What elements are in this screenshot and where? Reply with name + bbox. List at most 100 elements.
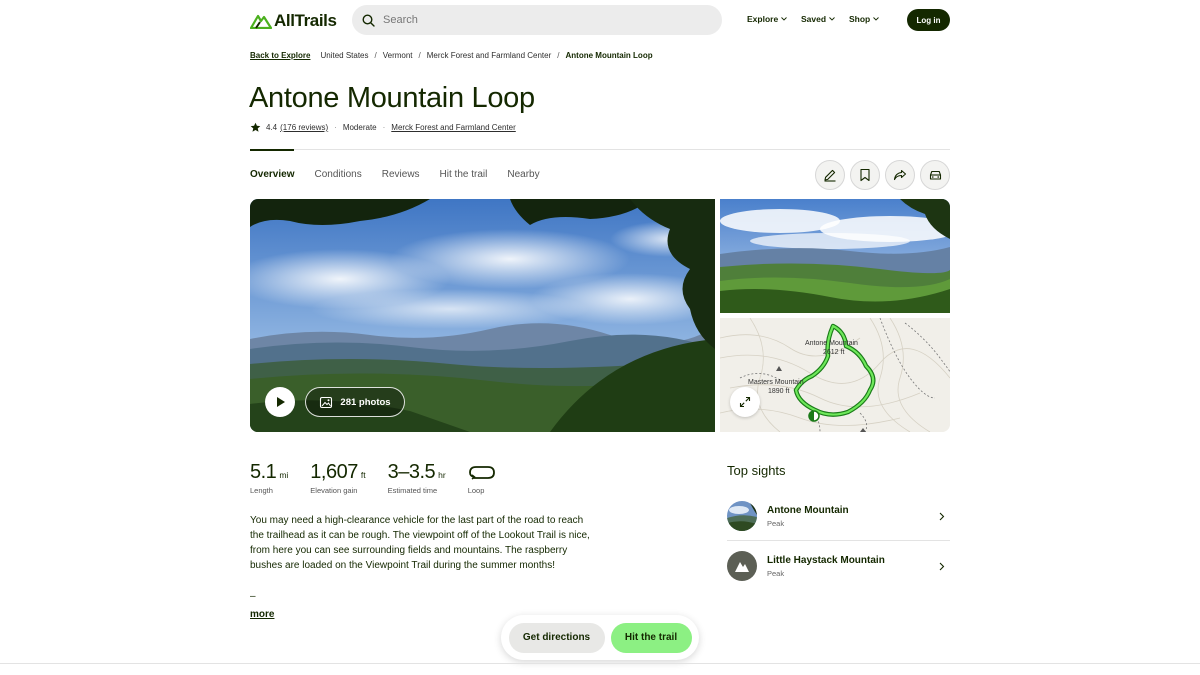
tab-hit-the-trail[interactable]: Hit the trail xyxy=(440,169,488,180)
chevron-right-icon xyxy=(939,562,945,570)
edit-button[interactable] xyxy=(815,160,845,190)
stat-value: 3–3.5 xyxy=(387,461,436,483)
car-icon xyxy=(929,170,941,180)
stat-label: Elevation gain xyxy=(310,486,358,495)
tab-conditions[interactable]: Conditions xyxy=(314,169,361,180)
photo-gallery-icon xyxy=(320,396,333,408)
valley-view-photo xyxy=(720,199,950,313)
mountain-view-thumbnail xyxy=(727,501,757,531)
breadcrumb-current: Antone Mountain Loop xyxy=(565,51,653,60)
sight-type: Peak xyxy=(767,568,785,578)
logo-text: AllTrails xyxy=(274,11,337,30)
nav-explore[interactable]: Explore xyxy=(747,14,788,24)
search-icon xyxy=(362,13,375,27)
share-button[interactable] xyxy=(885,160,915,190)
page-title: Antone Mountain Loop xyxy=(249,82,535,114)
alltrails-logo[interactable]: AllTrails xyxy=(250,11,337,31)
footer-divider xyxy=(0,663,1200,664)
play-video-button[interactable] xyxy=(265,387,295,417)
stat-time: 3–3.5 hr Estimated time xyxy=(388,461,446,495)
main-trail-photo[interactable]: 281 photos xyxy=(250,199,715,432)
nav-saved[interactable]: Saved xyxy=(801,14,835,24)
map-elevation-label: 1890 ft xyxy=(768,388,789,395)
stat-unit: mi xyxy=(279,470,289,480)
get-directions-button[interactable]: Get directions xyxy=(508,622,605,653)
sight-type: Peak xyxy=(767,518,785,528)
chevron-down-icon xyxy=(873,17,880,21)
breadcrumb-separator: / xyxy=(418,51,421,60)
stat-route-type: Loop xyxy=(468,461,496,495)
sight-item-antone-mountain[interactable]: Antone Mountain Peak xyxy=(727,496,950,536)
hit-the-trail-button[interactable]: Hit the trail xyxy=(610,622,692,653)
drive-button[interactable] xyxy=(920,160,950,190)
tab-reviews[interactable]: Reviews xyxy=(382,169,420,180)
stat-elevation: 1,607 ft Elevation gain xyxy=(310,461,365,495)
nav-shop[interactable]: Shop xyxy=(849,14,880,24)
secondary-trail-photo[interactable] xyxy=(720,199,950,313)
difficulty-label: Moderate xyxy=(342,123,377,132)
read-more-link[interactable]: more xyxy=(250,609,274,620)
expand-map-button[interactable] xyxy=(730,387,760,417)
stat-label: Estimated time xyxy=(387,486,438,495)
pencil-icon xyxy=(824,169,836,182)
chevron-down-icon xyxy=(781,17,788,21)
sight-name: Antone Mountain xyxy=(767,504,849,516)
map-peak-label: Masters Mountain xyxy=(748,379,804,386)
map-elevation-label: 2612 ft xyxy=(823,349,844,356)
sight-thumbnail xyxy=(727,551,757,581)
nav-explore-label: Explore xyxy=(747,14,779,24)
stat-unit: ft xyxy=(360,470,366,480)
active-tab-indicator xyxy=(250,149,294,151)
stat-length: 5.1 mi Length xyxy=(250,461,288,495)
map-peak-label: Antone Mountain xyxy=(805,340,858,347)
top-navigation-bar: AllTrails Explore Saved Shop Log in xyxy=(0,0,1200,40)
trail-stats: 5.1 mi Length 1,607 ft Elevation gain 3–3.… xyxy=(250,461,518,495)
photos-count-label: 281 photos xyxy=(340,396,391,408)
breadcrumb-separator: / xyxy=(374,51,377,60)
nav-saved-label: Saved xyxy=(801,14,827,24)
breadcrumb-link[interactable]: Vermont xyxy=(383,51,413,60)
topographic-map: Antone Mountain 2612 ft Masters Mountain… xyxy=(720,318,950,432)
breadcrumb: Back to Explore United States / Vermont … xyxy=(250,51,653,60)
rating-value: 4.4 xyxy=(266,123,278,132)
bookmark-icon xyxy=(860,168,870,182)
share-icon xyxy=(893,169,907,181)
play-icon xyxy=(276,397,285,407)
search-bar[interactable] xyxy=(352,5,722,35)
breadcrumb-link[interactable]: United States xyxy=(320,51,368,60)
sight-item-little-haystack[interactable]: Little Haystack Mountain Peak xyxy=(727,546,950,586)
description-dash: – xyxy=(250,591,256,602)
login-button[interactable]: Log in xyxy=(907,9,950,31)
search-input[interactable] xyxy=(383,14,683,26)
sight-thumbnail xyxy=(727,501,757,531)
tabs-divider xyxy=(250,149,950,150)
sights-divider xyxy=(727,540,950,541)
view-photos-button[interactable]: 281 photos xyxy=(305,387,405,417)
meta-separator: · xyxy=(382,123,386,132)
trail-meta: 4.4 (176 reviews) · Moderate · Merck For… xyxy=(250,122,516,133)
trail-actions xyxy=(815,160,950,190)
top-sights-heading: Top sights xyxy=(727,463,786,478)
meta-separator: · xyxy=(334,123,337,132)
park-link[interactable]: Merck Forest and Farmland Center xyxy=(391,123,516,132)
trail-map-preview[interactable]: Antone Mountain 2612 ft Masters Mountain… xyxy=(720,318,950,432)
tab-overview[interactable]: Overview xyxy=(250,169,294,180)
reviews-link[interactable]: (176 reviews) xyxy=(280,123,328,132)
save-button[interactable] xyxy=(850,160,880,190)
stat-unit: hr xyxy=(438,470,446,480)
back-to-explore-link[interactable]: Back to Explore xyxy=(250,51,310,60)
expand-icon xyxy=(739,396,751,408)
breadcrumb-separator: / xyxy=(557,51,560,60)
stat-label: Loop xyxy=(467,486,485,495)
breadcrumb-link[interactable]: Merck Forest and Farmland Center xyxy=(427,51,552,60)
trail-description: You may need a high-clearance vehicle fo… xyxy=(250,515,590,571)
tab-bar: Overview Conditions Reviews Hit the trai… xyxy=(250,169,540,180)
peak-placeholder-icon xyxy=(727,551,757,581)
mountain-logo-icon xyxy=(250,14,272,29)
nav-shop-label: Shop xyxy=(849,14,871,24)
tab-nearby[interactable]: Nearby xyxy=(507,169,539,180)
stat-label: Length xyxy=(250,486,273,495)
chevron-down-icon xyxy=(829,17,835,21)
loop-icon xyxy=(468,465,495,480)
star-icon xyxy=(250,122,261,132)
